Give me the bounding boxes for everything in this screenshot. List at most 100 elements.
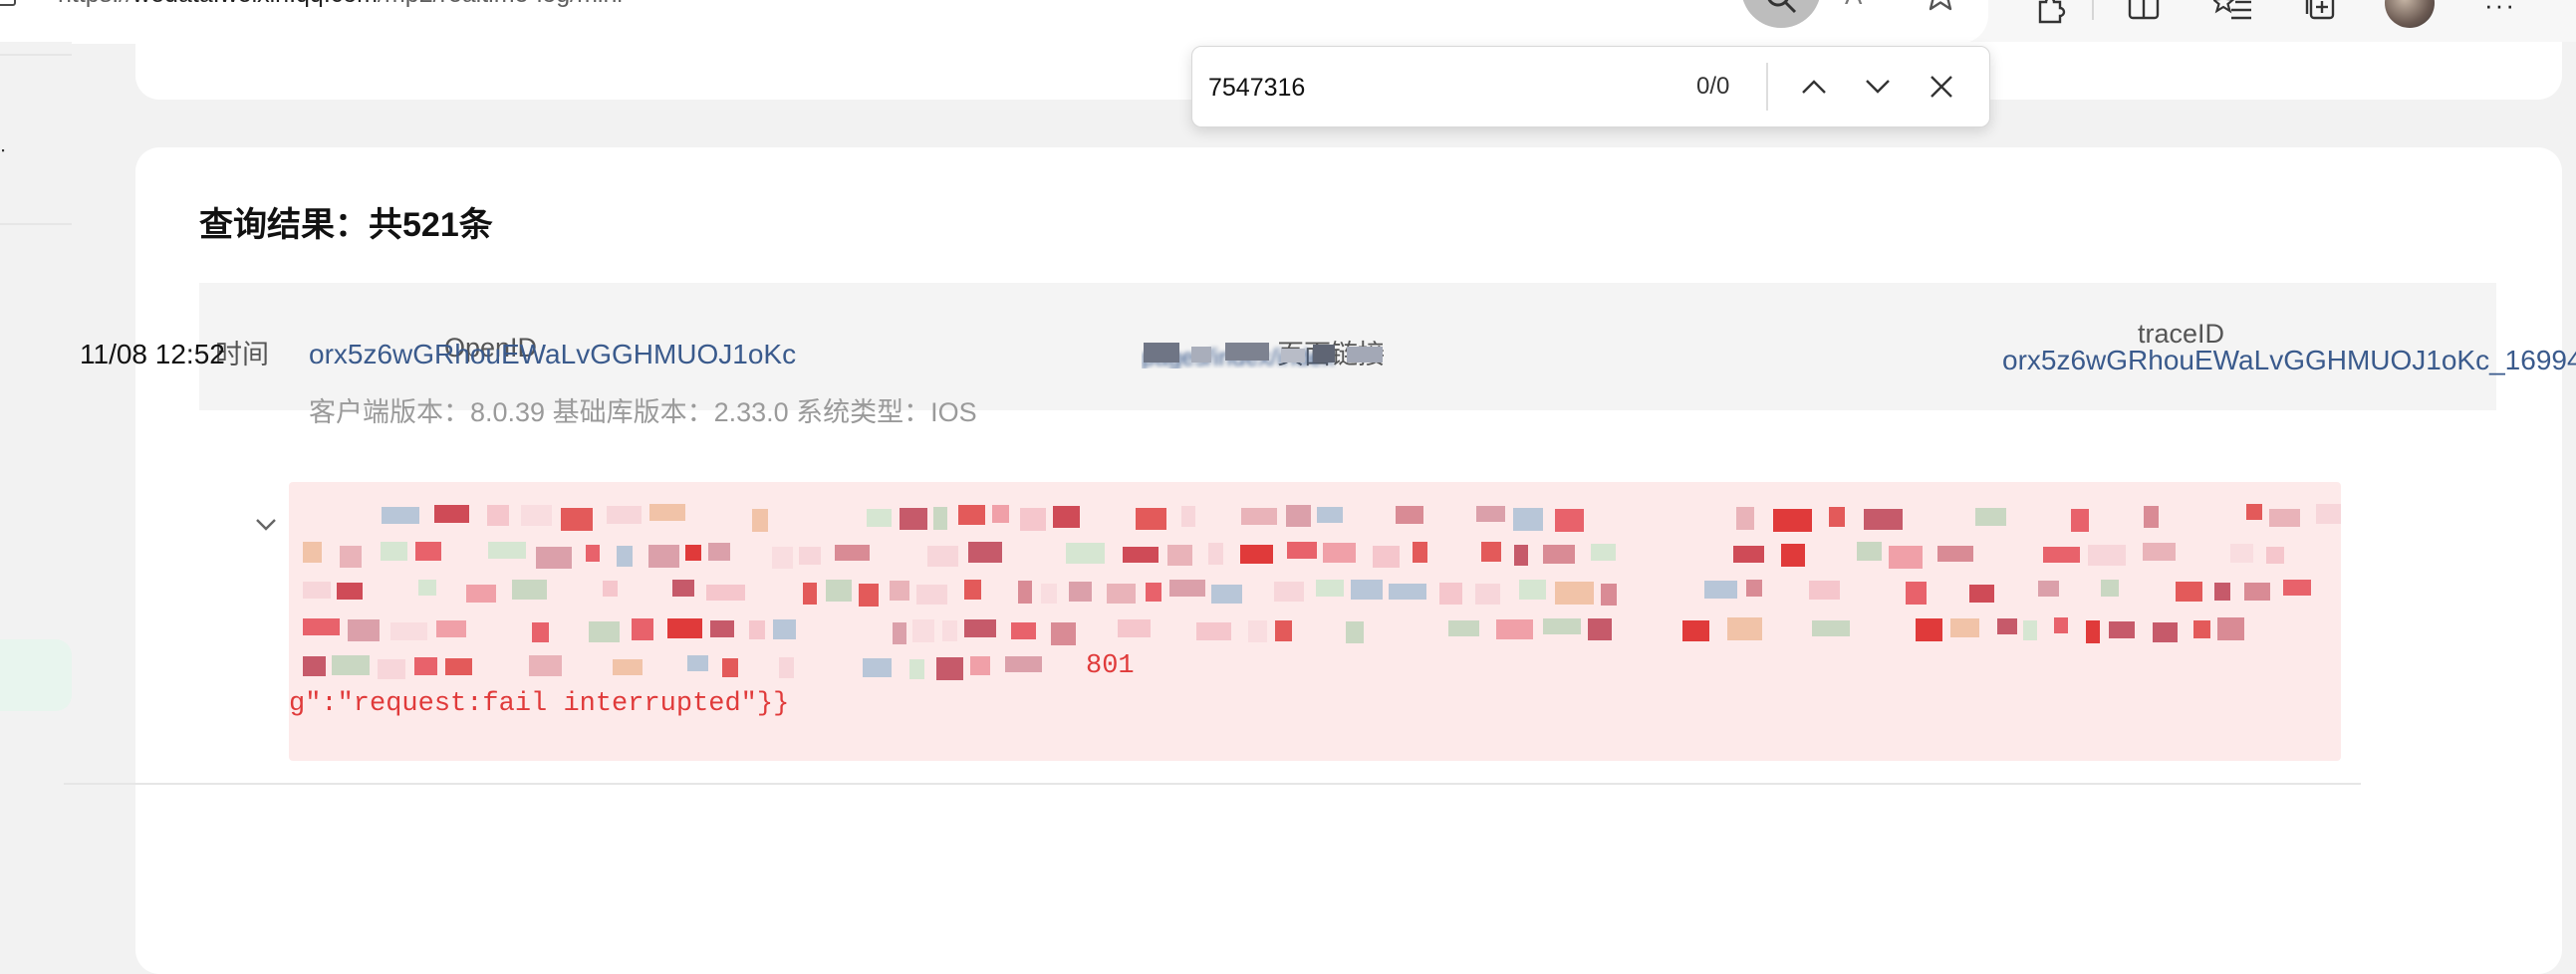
mosaic-block bbox=[933, 507, 947, 530]
mosaic-block bbox=[2269, 509, 2300, 527]
mosaic-block bbox=[1857, 542, 1882, 561]
mosaic-block bbox=[613, 659, 643, 675]
mosaic-block bbox=[2193, 620, 2210, 638]
search-in-page-icon[interactable] bbox=[1741, 0, 1821, 28]
sidebar-item-active[interactable] bbox=[0, 639, 72, 711]
mosaic-block bbox=[348, 619, 380, 641]
redaction-block bbox=[1144, 343, 1179, 363]
log-text-visible: g":"request:fail interrupted"}} bbox=[289, 689, 790, 719]
mosaic-block bbox=[561, 508, 593, 531]
collections-icon[interactable] bbox=[2301, 0, 2337, 29]
magnifier-icon bbox=[1767, 0, 1797, 14]
find-close-button[interactable] bbox=[1918, 63, 1965, 111]
mosaic-block bbox=[1020, 508, 1046, 531]
mosaic-block bbox=[1916, 618, 1942, 641]
mosaic-block bbox=[773, 619, 796, 639]
site-info-icon[interactable] bbox=[0, 0, 16, 6]
mosaic-block bbox=[1346, 621, 1364, 643]
address-url[interactable]: https://wedata.weixin.qq.com/mp2/realtim… bbox=[58, 0, 623, 9]
row-traceid-link[interactable]: orx5z6wGRhouEWaLvGGHMUOJ1oKc_1699417641 bbox=[2002, 345, 2576, 376]
mosaic-block bbox=[1053, 506, 1080, 528]
mosaic-block bbox=[1543, 618, 1581, 634]
mosaic-block bbox=[722, 658, 738, 677]
mosaic-block bbox=[1591, 544, 1616, 561]
mosaic-block bbox=[390, 622, 427, 640]
split-screen-icon[interactable] bbox=[2126, 0, 2162, 29]
extensions-icon[interactable] bbox=[2032, 0, 2068, 29]
find-previous-button[interactable] bbox=[1790, 63, 1838, 111]
mosaic-block bbox=[1950, 618, 1979, 637]
add-favorite-star-icon[interactable] bbox=[1921, 0, 1960, 19]
mosaic-block bbox=[2316, 504, 2341, 524]
mosaic-block bbox=[340, 546, 362, 568]
mosaic-block bbox=[1519, 580, 1546, 600]
mosaic-block bbox=[603, 581, 618, 597]
mosaic-block bbox=[964, 580, 981, 600]
mosaic-block bbox=[1316, 580, 1344, 597]
find-next-button[interactable] bbox=[1854, 63, 1902, 111]
mosaic-block bbox=[912, 619, 934, 642]
mosaic-block bbox=[2214, 583, 2230, 601]
results-count-title: 查询结果：共521条 bbox=[199, 206, 493, 244]
mosaic-block bbox=[1018, 581, 1032, 604]
sidebar-item-fragment[interactable]: : bbox=[0, 141, 6, 155]
mosaic-block bbox=[2071, 509, 2089, 532]
mosaic-block bbox=[632, 618, 653, 640]
redaction-block bbox=[1281, 349, 1305, 363]
mosaic-block bbox=[649, 504, 685, 521]
mosaic-block bbox=[1208, 543, 1223, 565]
mosaic-block bbox=[893, 622, 906, 644]
mosaic-block bbox=[1069, 582, 1092, 602]
address-bar[interactable]: https://wedata.weixin.qq.com/mp2/realtim… bbox=[0, 0, 1988, 44]
log-detail-box: 801 g":"request:fail interrupted"}} bbox=[289, 482, 2341, 761]
mosaic-block bbox=[1906, 582, 1927, 605]
mosaic-block bbox=[867, 509, 892, 527]
mosaic-block bbox=[512, 580, 547, 600]
mosaic-block bbox=[992, 505, 1009, 523]
mosaic-block bbox=[337, 583, 363, 600]
mosaic-block bbox=[1555, 582, 1594, 605]
mosaic-block bbox=[436, 620, 466, 637]
mosaic-block bbox=[1351, 580, 1383, 600]
mosaic-block bbox=[1727, 617, 1762, 640]
mosaic-block bbox=[303, 618, 340, 635]
mosaic-block bbox=[1889, 546, 1923, 569]
mosaic-block bbox=[1196, 622, 1231, 640]
mosaic-block bbox=[1396, 506, 1423, 524]
profile-avatar[interactable] bbox=[2385, 0, 2435, 28]
mosaic-block bbox=[826, 580, 852, 602]
mosaic-block bbox=[1555, 509, 1584, 532]
mosaic-block bbox=[900, 508, 927, 530]
mosaic-block bbox=[1169, 580, 1205, 597]
mosaic-block bbox=[1240, 545, 1273, 564]
mosaic-block bbox=[415, 542, 441, 561]
url-host: wedata.weixin.qq.com bbox=[132, 0, 378, 8]
find-input[interactable] bbox=[1206, 65, 1748, 111]
mosaic-block bbox=[1514, 545, 1528, 566]
mosaic-block bbox=[1937, 546, 1973, 562]
mosaic-block bbox=[2153, 622, 2178, 642]
row-openid-link[interactable]: orx5z6wGRhouEWaLvGGHMUOJ1oKc bbox=[309, 339, 796, 370]
mosaic-block bbox=[2266, 547, 2284, 564]
row-divider bbox=[64, 783, 2361, 785]
read-aloud-icon[interactable]: A⁾ bbox=[1845, 0, 1869, 11]
favorites-list-icon[interactable] bbox=[2211, 0, 2253, 29]
mosaic-block bbox=[2109, 621, 2135, 638]
mosaic-block bbox=[1066, 543, 1105, 564]
mosaic-block bbox=[672, 580, 694, 597]
mosaic-block bbox=[1136, 508, 1166, 530]
collapse-log-chevron-icon[interactable] bbox=[255, 518, 277, 537]
mosaic-block bbox=[687, 655, 708, 671]
mosaic-block bbox=[2023, 620, 2037, 640]
chevron-up-icon bbox=[1802, 80, 1826, 94]
mosaic-block bbox=[434, 505, 469, 523]
mosaic-block bbox=[752, 509, 768, 532]
mosaic-block bbox=[1864, 509, 1903, 530]
more-menu-icon[interactable]: ··· bbox=[2484, 0, 2516, 21]
find-in-page-bar: 0/0 bbox=[1191, 46, 1990, 127]
find-match-count: 0/0 bbox=[1696, 73, 1730, 100]
mosaic-block bbox=[488, 542, 526, 559]
mosaic-block bbox=[2054, 617, 2068, 633]
chevron-down-icon bbox=[1866, 80, 1890, 94]
row-page-link[interactable]: pages/index/index bbox=[1142, 343, 1389, 368]
